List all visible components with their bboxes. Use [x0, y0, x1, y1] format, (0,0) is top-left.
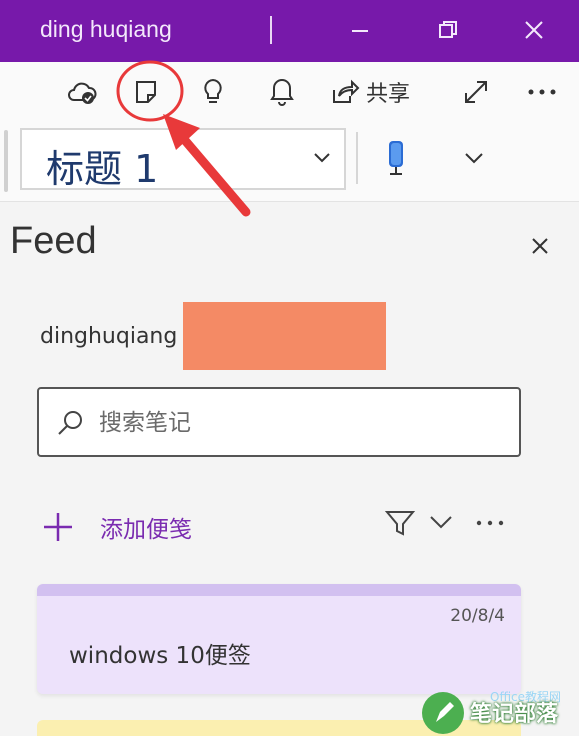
title-separator: [270, 16, 272, 44]
filter-dropdown-button[interactable]: [428, 514, 454, 534]
cloud-sync-icon: [68, 82, 97, 104]
feed-title: Feed: [10, 220, 97, 262]
ribbon-separator: [356, 132, 358, 184]
style-dropdown[interactable]: 标题 1: [20, 128, 346, 191]
filter-button[interactable]: [384, 508, 416, 542]
search-icon: [58, 411, 82, 435]
toolbar: 共享: [0, 62, 579, 122]
restore-button[interactable]: [434, 16, 462, 44]
ribbon-edge: [4, 130, 8, 192]
watermark: Office教程网 笔记部落: [410, 686, 579, 736]
plus-icon: [44, 513, 72, 541]
note-date: 20/8/4: [450, 606, 505, 626]
feed-more-button[interactable]: [474, 508, 506, 542]
lightbulb-icon: [204, 78, 222, 103]
add-note-label: 添加便笺: [100, 517, 192, 543]
sticky-notes-button[interactable]: [126, 72, 166, 112]
close-feed-button[interactable]: [526, 232, 554, 260]
share-label: 共享: [366, 82, 411, 107]
chevron-down-icon: [430, 516, 452, 529]
user-name[interactable]: ding huqiang: [40, 16, 172, 43]
close-icon: [532, 238, 548, 254]
expand-button[interactable]: [456, 72, 496, 112]
dictate-options-button[interactable]: [454, 138, 494, 178]
microphone-icon: [389, 141, 403, 175]
pen-icon: [436, 702, 454, 722]
watermark-title: 笔记部落: [470, 702, 559, 727]
account-name: dinghuqiang: [40, 324, 178, 349]
feed-panel: Feed dinghuqiang 添加便笺 20/8/4 windows 10便…: [0, 202, 579, 736]
chevron-down-icon: [465, 153, 483, 164]
note-text: windows 10便签: [69, 643, 251, 669]
share-icon: [333, 79, 360, 103]
search-box[interactable]: [37, 387, 521, 457]
style-dropdown-value: 标题 1: [46, 147, 159, 191]
ideas-button[interactable]: [193, 72, 233, 112]
redaction-block: [183, 302, 386, 370]
more-options-button[interactable]: [522, 72, 562, 112]
minimize-button[interactable]: [346, 16, 374, 44]
formatting-row: 标题 1: [0, 122, 579, 202]
note-card[interactable]: 20/8/4 windows 10便签: [37, 584, 521, 694]
filter-icon: [384, 511, 416, 536]
notifications-button[interactable]: [262, 72, 302, 112]
dictate-button[interactable]: [376, 138, 416, 178]
close-icon: [525, 21, 543, 39]
chevron-down-icon: [314, 153, 330, 163]
close-window-button[interactable]: [520, 16, 548, 44]
sync-status-button[interactable]: [62, 72, 102, 112]
more-icon: [476, 520, 504, 526]
minimize-icon: [352, 30, 368, 32]
expand-icon: [465, 81, 487, 103]
more-icon: [528, 89, 556, 95]
add-note-button[interactable]: 添加便笺: [40, 507, 192, 547]
title-bar: ding huqiang: [0, 0, 579, 62]
bell-icon: [270, 78, 294, 106]
restore-icon: [439, 21, 457, 38]
share-button[interactable]: 共享: [330, 72, 410, 112]
sticky-notes-icon: [136, 81, 156, 103]
search-input[interactable]: [99, 405, 499, 441]
